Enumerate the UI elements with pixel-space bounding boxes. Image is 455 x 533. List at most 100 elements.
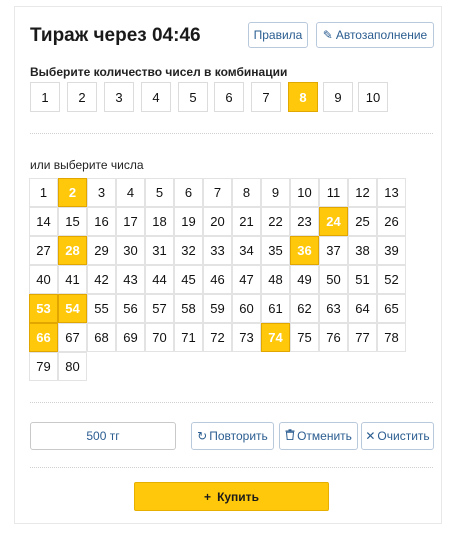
number-cell-58[interactable]: 58	[174, 294, 203, 323]
number-cell-3[interactable]: 3	[87, 178, 116, 207]
number-cell-22[interactable]: 22	[261, 207, 290, 236]
count-option-5[interactable]: 5	[178, 82, 208, 112]
number-cell-20[interactable]: 20	[203, 207, 232, 236]
number-cell-59[interactable]: 59	[203, 294, 232, 323]
number-cell-7[interactable]: 7	[203, 178, 232, 207]
number-cell-44[interactable]: 44	[145, 265, 174, 294]
number-cell-15[interactable]: 15	[58, 207, 87, 236]
number-cell-46[interactable]: 46	[203, 265, 232, 294]
number-cell-45[interactable]: 45	[174, 265, 203, 294]
number-cell-72[interactable]: 72	[203, 323, 232, 352]
number-cell-31[interactable]: 31	[145, 236, 174, 265]
number-cell-34[interactable]: 34	[232, 236, 261, 265]
number-cell-68[interactable]: 68	[87, 323, 116, 352]
number-cell-66[interactable]: 66	[29, 323, 58, 352]
number-cell-43[interactable]: 43	[116, 265, 145, 294]
number-cell-62[interactable]: 62	[290, 294, 319, 323]
number-cell-40[interactable]: 40	[29, 265, 58, 294]
number-cell-60[interactable]: 60	[232, 294, 261, 323]
number-cell-33[interactable]: 33	[203, 236, 232, 265]
number-cell-71[interactable]: 71	[174, 323, 203, 352]
count-option-10[interactable]: 10	[358, 82, 388, 112]
number-cell-38[interactable]: 38	[348, 236, 377, 265]
number-cell-75[interactable]: 75	[290, 323, 319, 352]
number-cell-32[interactable]: 32	[174, 236, 203, 265]
number-cell-73[interactable]: 73	[232, 323, 261, 352]
number-cell-61[interactable]: 61	[261, 294, 290, 323]
number-cell-8[interactable]: 8	[232, 178, 261, 207]
pencil-icon: ✎	[322, 28, 333, 42]
number-cell-54[interactable]: 54	[58, 294, 87, 323]
number-cell-64[interactable]: 64	[348, 294, 377, 323]
number-cell-28[interactable]: 28	[58, 236, 87, 265]
number-cell-12[interactable]: 12	[348, 178, 377, 207]
buy-button[interactable]: + Купить	[134, 482, 329, 511]
number-cell-42[interactable]: 42	[87, 265, 116, 294]
number-cell-19[interactable]: 19	[174, 207, 203, 236]
number-cell-74[interactable]: 74	[261, 323, 290, 352]
number-cell-56[interactable]: 56	[116, 294, 145, 323]
number-cell-52[interactable]: 52	[377, 265, 406, 294]
number-cell-35[interactable]: 35	[261, 236, 290, 265]
number-cell-41[interactable]: 41	[58, 265, 87, 294]
count-option-3[interactable]: 3	[104, 82, 134, 112]
number-cell-79[interactable]: 79	[29, 352, 58, 381]
number-cell-18[interactable]: 18	[145, 207, 174, 236]
number-cell-5[interactable]: 5	[145, 178, 174, 207]
number-cell-9[interactable]: 9	[261, 178, 290, 207]
number-cell-78[interactable]: 78	[377, 323, 406, 352]
number-cell-13[interactable]: 13	[377, 178, 406, 207]
numbers-section-label: или выберите числа	[30, 158, 144, 172]
number-cell-48[interactable]: 48	[261, 265, 290, 294]
number-cell-17[interactable]: 17	[116, 207, 145, 236]
number-cell-67[interactable]: 67	[58, 323, 87, 352]
number-cell-24[interactable]: 24	[319, 207, 348, 236]
number-cell-39[interactable]: 39	[377, 236, 406, 265]
number-cell-4[interactable]: 4	[116, 178, 145, 207]
rules-button[interactable]: Правила	[248, 22, 308, 48]
number-cell-29[interactable]: 29	[87, 236, 116, 265]
number-cell-53[interactable]: 53	[29, 294, 58, 323]
count-option-1[interactable]: 1	[30, 82, 60, 112]
cancel-button[interactable]: Отменить	[279, 422, 358, 450]
cancel-label: Отменить	[297, 429, 352, 443]
number-cell-6[interactable]: 6	[174, 178, 203, 207]
repeat-button[interactable]: ↻ Повторить	[191, 422, 274, 450]
number-cell-55[interactable]: 55	[87, 294, 116, 323]
number-cell-50[interactable]: 50	[319, 265, 348, 294]
number-cell-21[interactable]: 21	[232, 207, 261, 236]
number-cell-37[interactable]: 37	[319, 236, 348, 265]
count-option-8[interactable]: 8	[288, 82, 318, 112]
number-cell-70[interactable]: 70	[145, 323, 174, 352]
number-cell-51[interactable]: 51	[348, 265, 377, 294]
number-cell-65[interactable]: 65	[377, 294, 406, 323]
number-cell-36[interactable]: 36	[290, 236, 319, 265]
number-cell-27[interactable]: 27	[29, 236, 58, 265]
number-cell-1[interactable]: 1	[29, 178, 58, 207]
rules-label: Правила	[253, 28, 303, 42]
number-cell-30[interactable]: 30	[116, 236, 145, 265]
number-cell-69[interactable]: 69	[116, 323, 145, 352]
number-cell-23[interactable]: 23	[290, 207, 319, 236]
number-cell-2[interactable]: 2	[58, 178, 87, 207]
number-cell-57[interactable]: 57	[145, 294, 174, 323]
number-cell-63[interactable]: 63	[319, 294, 348, 323]
number-cell-80[interactable]: 80	[58, 352, 87, 381]
count-option-7[interactable]: 7	[251, 82, 281, 112]
count-option-2[interactable]: 2	[67, 82, 97, 112]
count-option-6[interactable]: 6	[214, 82, 244, 112]
number-cell-25[interactable]: 25	[348, 207, 377, 236]
number-cell-11[interactable]: 11	[319, 178, 348, 207]
number-cell-76[interactable]: 76	[319, 323, 348, 352]
count-option-4[interactable]: 4	[141, 82, 171, 112]
number-cell-26[interactable]: 26	[377, 207, 406, 236]
number-cell-10[interactable]: 10	[290, 178, 319, 207]
autofill-button[interactable]: ✎ Автозаполнение	[316, 22, 434, 48]
number-cell-49[interactable]: 49	[290, 265, 319, 294]
count-option-9[interactable]: 9	[323, 82, 353, 112]
number-cell-14[interactable]: 14	[29, 207, 58, 236]
number-cell-16[interactable]: 16	[87, 207, 116, 236]
clear-button[interactable]: ✕ Очистить	[361, 422, 434, 450]
number-cell-77[interactable]: 77	[348, 323, 377, 352]
number-cell-47[interactable]: 47	[232, 265, 261, 294]
